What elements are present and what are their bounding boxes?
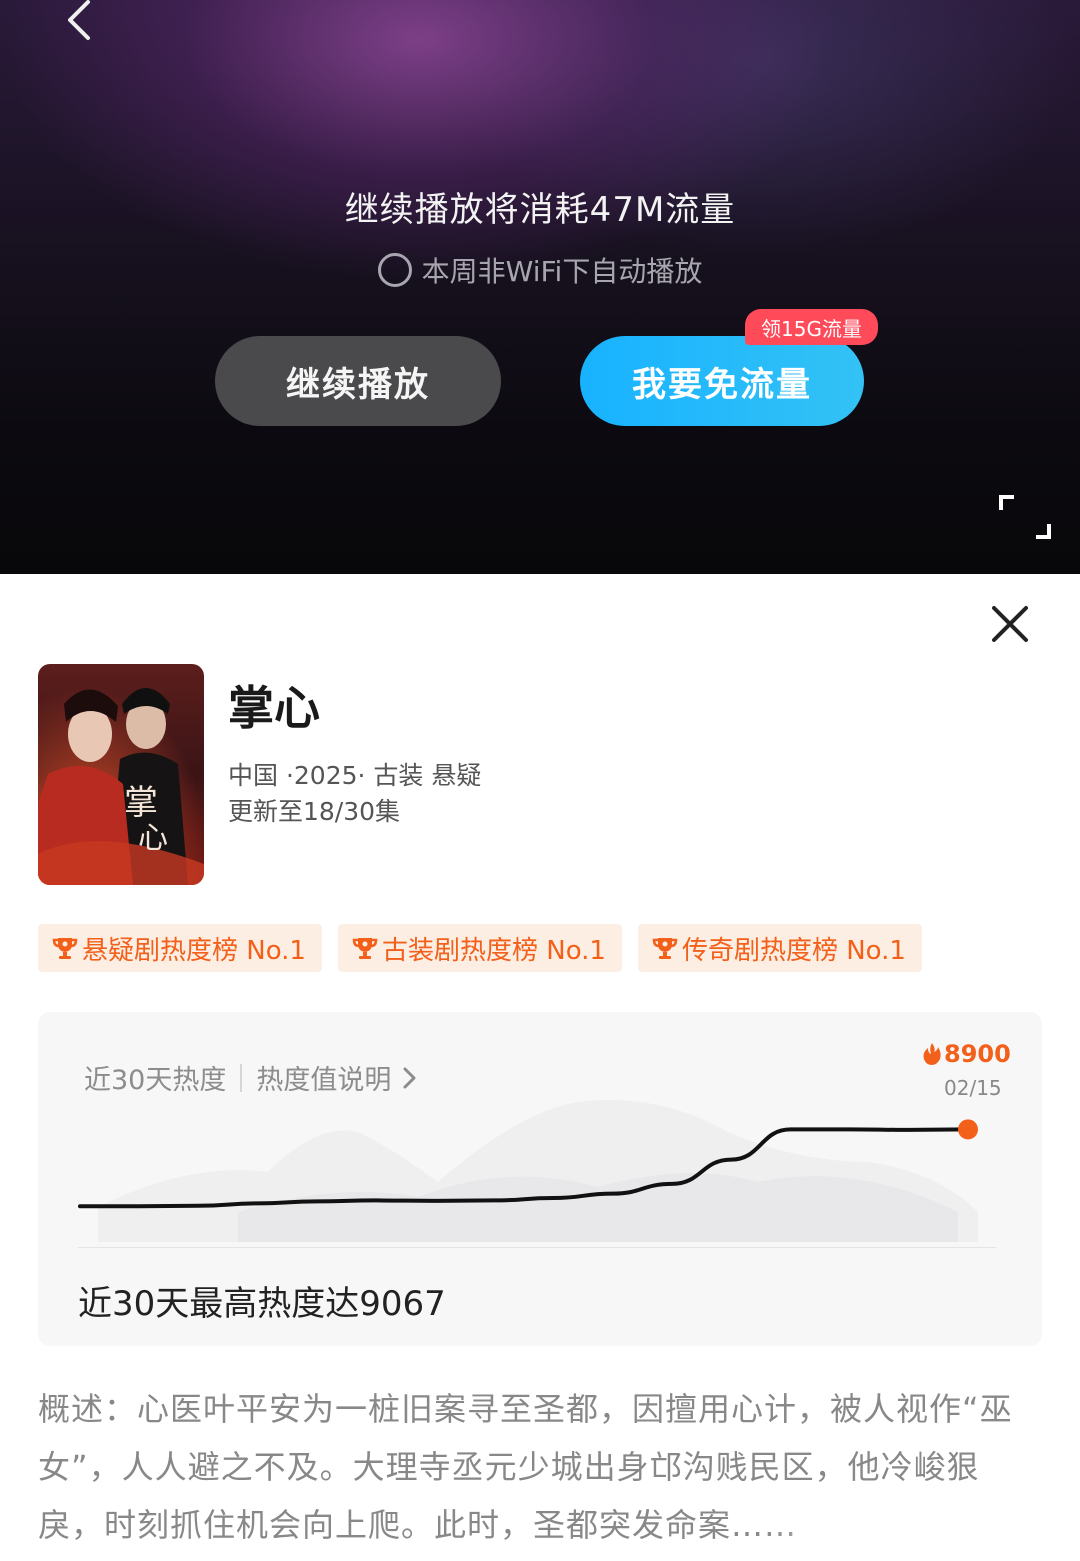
current-heat-date: 02/15 [944, 1076, 1002, 1100]
rank-badge-label: 传奇剧热度榜 No.1 [681, 935, 906, 966]
poster-title-text: 掌 [124, 783, 158, 823]
show-title: 掌心 [228, 681, 320, 735]
chevron-left-icon [68, 0, 90, 40]
trophy-icon [52, 938, 78, 959]
svg-text:心: 心 [138, 821, 168, 856]
radio-icon[interactable] [377, 253, 412, 287]
promo-badge: 领15G流量 [745, 309, 878, 345]
back-button[interactable] [52, 0, 104, 46]
heat-current-point [958, 1119, 978, 1140]
continue-play-button[interactable]: 继续播放 [215, 336, 501, 426]
auto-play-label: 本周非WiFi下自动播放 [421, 255, 703, 288]
divider [78, 1247, 996, 1248]
poster-image[interactable]: 掌 心 [38, 664, 204, 885]
heat-explain-link[interactable]: 热度值说明 [256, 1058, 391, 1097]
heat-summary: 近30天最高热度达9067 [78, 1284, 446, 1324]
expand-fade[interactable] [760, 1498, 1080, 1561]
rank-badge[interactable]: 悬疑剧热度榜 No.1 [38, 924, 322, 972]
close-icon[interactable] [986, 600, 1034, 648]
rank-badge[interactable]: 传奇剧热度榜 No.1 [637, 924, 922, 972]
fullscreen-icon[interactable] [998, 494, 1052, 540]
chevron-right-icon[interactable] [399, 1064, 421, 1092]
heat-card: 近30天热度 热度值说明 8900 02/15 近30天最高热度达9067 [38, 1012, 1042, 1346]
divider [240, 1063, 243, 1092]
trophy-icon [352, 938, 378, 959]
video-player[interactable]: 继续播放将消耗47M流量 本周非WiFi下自动播放 继续播放 我要免流量 领15… [0, 0, 1080, 574]
rank-badges: 悬疑剧热度榜 No.1 古装剧热度榜 No.1 传奇剧热度榜 No.1 [38, 924, 922, 972]
rank-badge-label: 古装剧热度榜 No.1 [381, 935, 606, 966]
data-usage-prompt: 继续播放将消耗47M流量 [344, 190, 736, 230]
current-heat-value: 8900 [922, 1040, 1011, 1068]
free-data-button[interactable]: 我要免流量 [580, 336, 864, 426]
auto-play-toggle[interactable]: 本周非WiFi下自动播放 [0, 250, 1080, 290]
trophy-icon [652, 938, 678, 959]
update-status: 更新至18/30集 [228, 797, 401, 826]
show-meta: 中国 ·2025· 古装 悬疑 [228, 761, 482, 790]
heat-label: 近30天热度 [84, 1065, 227, 1096]
heat-header: 近30天热度 热度值说明 [84, 1058, 421, 1097]
flame-icon [923, 1043, 941, 1065]
rank-badge[interactable]: 古装剧热度榜 No.1 [337, 924, 622, 972]
rank-badge-label: 悬疑剧热度榜 No.1 [82, 935, 306, 966]
